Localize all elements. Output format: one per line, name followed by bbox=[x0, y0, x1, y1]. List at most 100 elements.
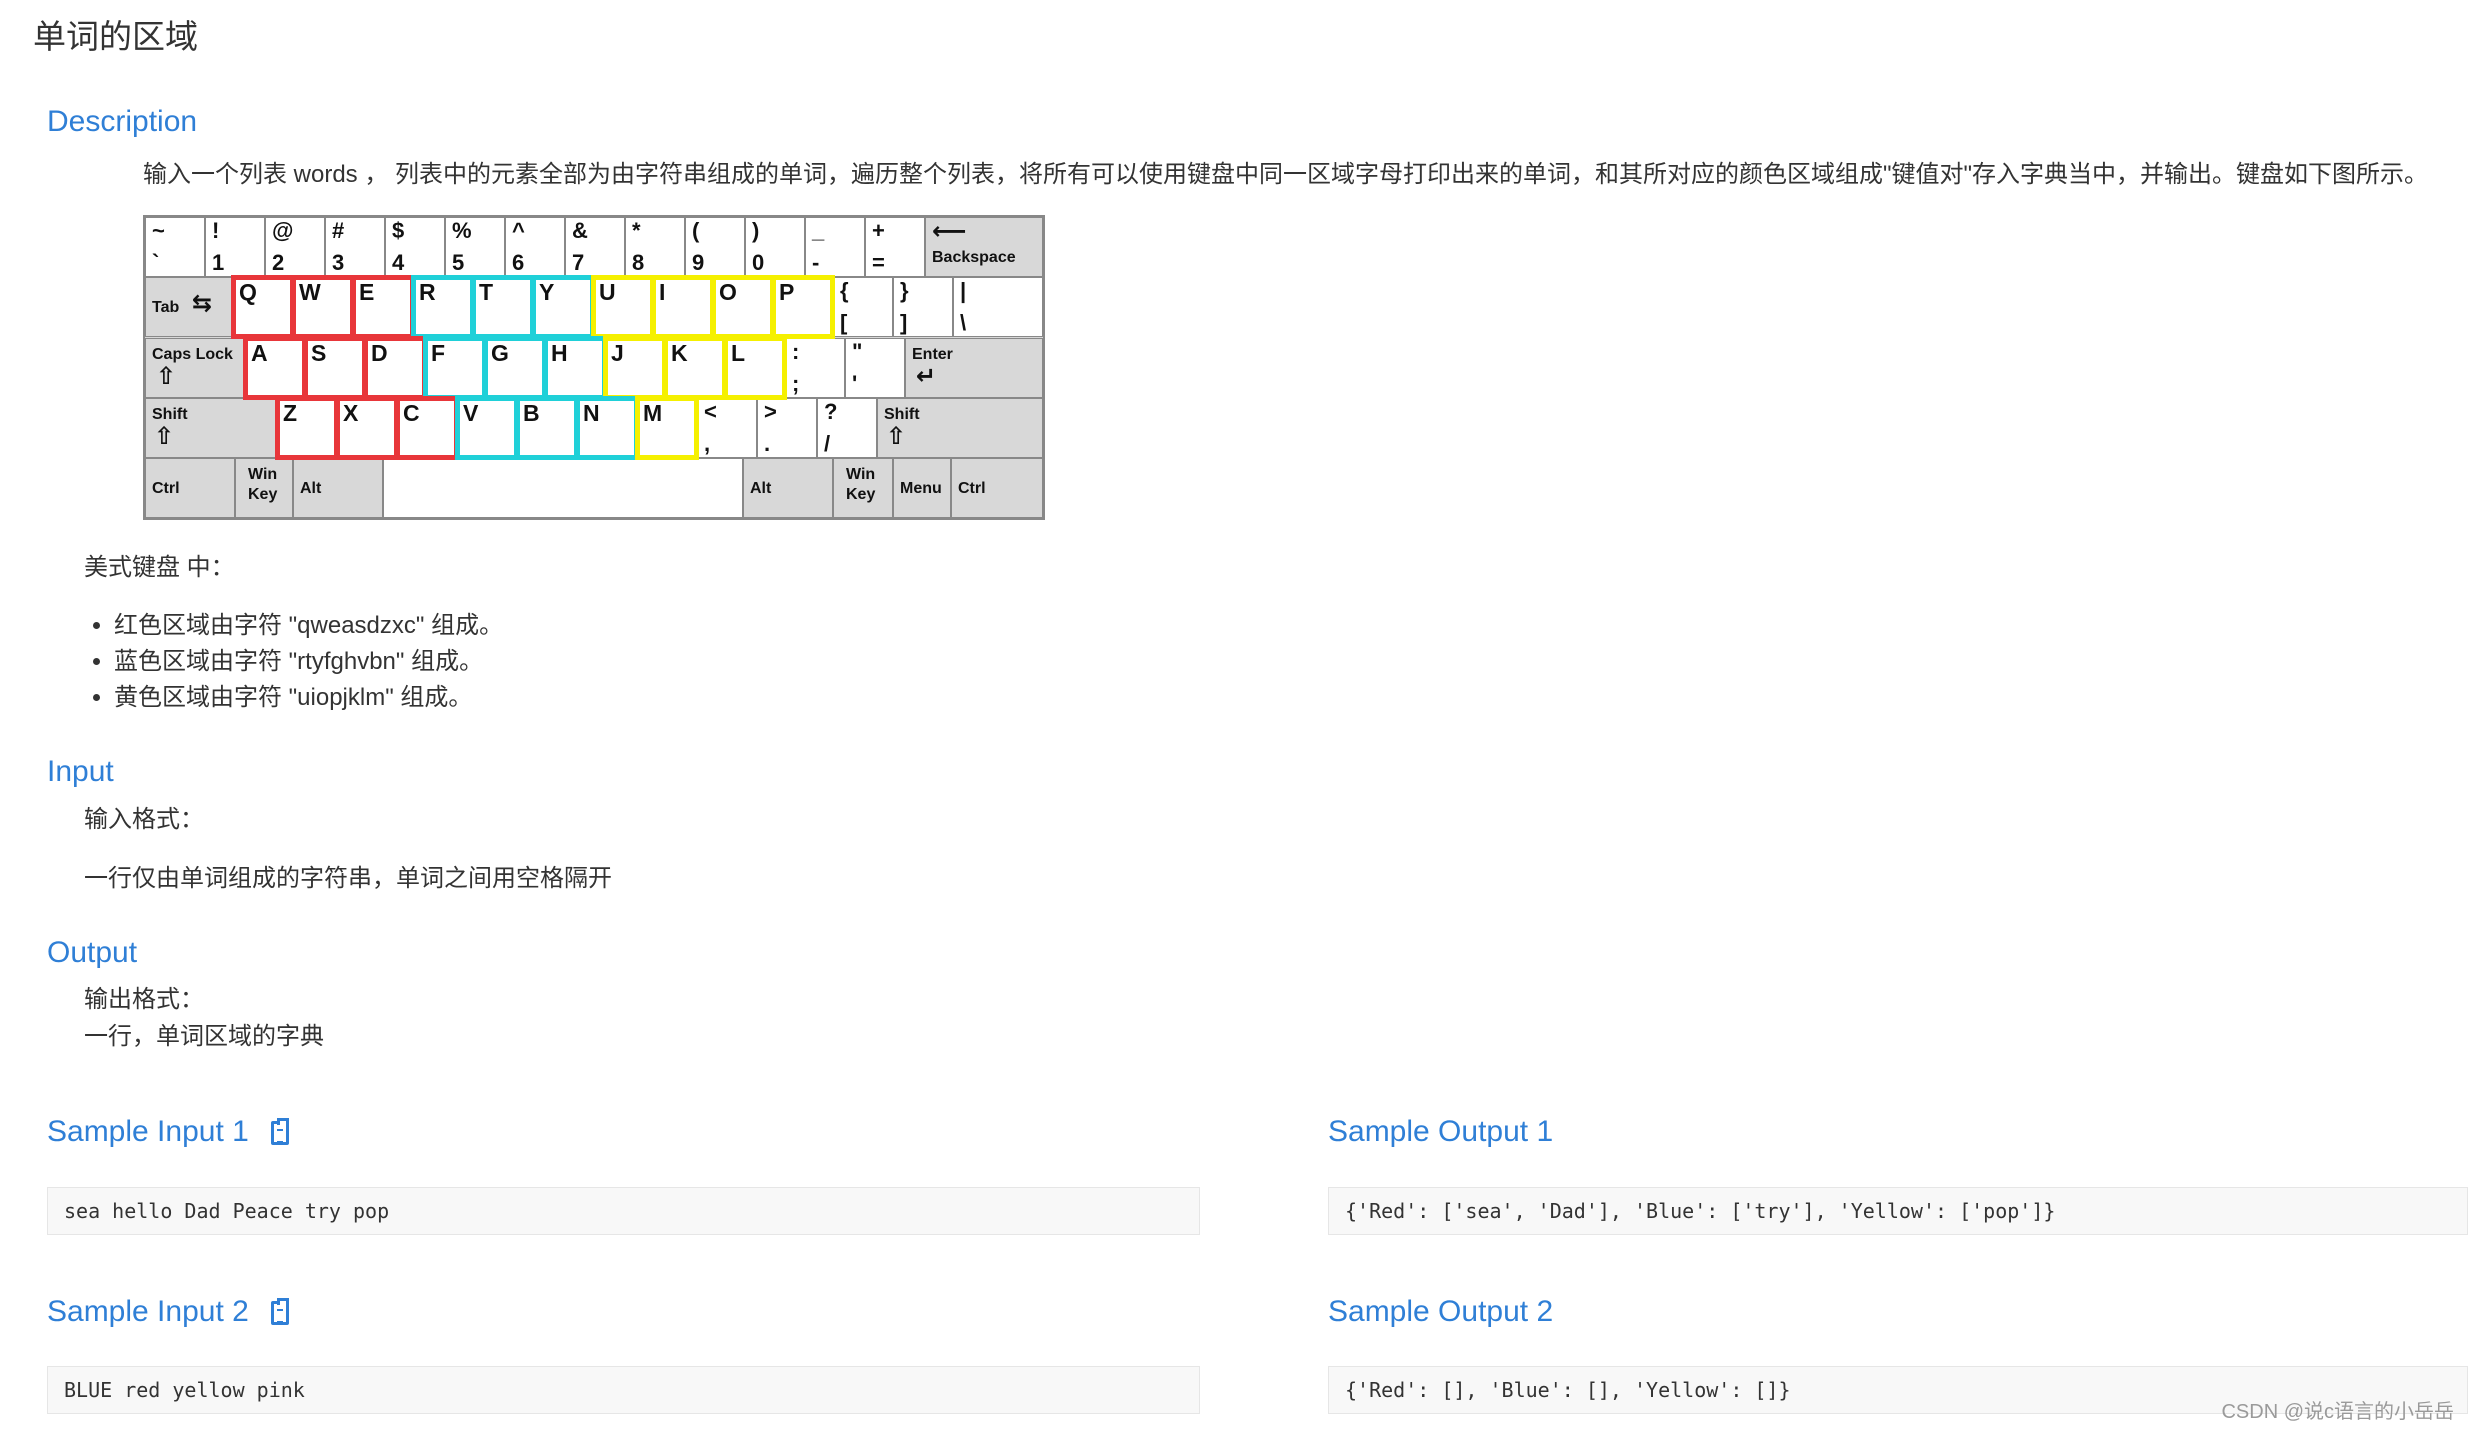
key-y: Y bbox=[533, 277, 593, 337]
key-lower-label: / bbox=[824, 431, 831, 456]
key-`: ~ ` bbox=[145, 217, 205, 277]
region-rules-list: 红色区域由字符 "qweasdzxc" 组成。 蓝色区域由字符 "rtyfghv… bbox=[84, 608, 503, 716]
input-format-label: 输入格式： bbox=[84, 806, 204, 833]
key-p: P bbox=[773, 277, 833, 337]
key-menu: Menu bbox=[893, 458, 951, 518]
watermark: CSDN @说c语言的小岳岳 bbox=[2221, 1401, 2454, 1423]
page-title: 单词的区域 bbox=[33, 18, 198, 55]
key-lower-label: 0 bbox=[752, 250, 765, 275]
key-u: U bbox=[593, 277, 653, 337]
key-4: $4 bbox=[385, 217, 445, 277]
key-left-ctrl: Ctrl bbox=[145, 458, 235, 518]
key-upper-label: # bbox=[332, 218, 345, 243]
key-label: Ctrl bbox=[152, 480, 180, 497]
key-lower-label: ` bbox=[152, 250, 160, 275]
sample-output-2-heading: Sample Output 2 bbox=[1328, 1295, 1554, 1328]
key-letter: U bbox=[599, 279, 616, 305]
key-label: Key bbox=[846, 486, 876, 503]
key-letter: B bbox=[523, 400, 540, 426]
sample-input-2-heading: Sample Input 2 bbox=[47, 1295, 249, 1328]
key-lower-label: [ bbox=[840, 310, 848, 335]
key-letter: M bbox=[643, 400, 663, 426]
key-lower-label: 9 bbox=[692, 250, 705, 275]
key-letter: L bbox=[731, 340, 746, 366]
key-label: Backspace bbox=[932, 249, 1016, 266]
description-heading: Description bbox=[47, 105, 198, 138]
key-letter: O bbox=[719, 279, 737, 305]
key-upper-label: ( bbox=[692, 218, 700, 243]
key-g: G bbox=[485, 338, 545, 398]
backspace-arrow-icon: ⟵ bbox=[932, 218, 967, 245]
key-bracket-1: }] bbox=[893, 277, 953, 337]
key-5: % 5 bbox=[445, 217, 505, 277]
key-right-shift: Shift ⇧ bbox=[877, 398, 1043, 458]
key-h: H bbox=[545, 338, 605, 398]
key-upper-label: { bbox=[840, 278, 849, 303]
key-o: O bbox=[713, 277, 773, 337]
key-lower-label: ; bbox=[792, 371, 800, 396]
key-upper-label: | bbox=[960, 278, 967, 303]
key-upper-label: ^ bbox=[512, 218, 525, 243]
key-label: Win bbox=[846, 466, 876, 483]
key-lower-label: 5 bbox=[452, 250, 465, 275]
key-letter: I bbox=[659, 279, 666, 305]
key-8: * 8 bbox=[625, 217, 685, 277]
key-lower-label: 6 bbox=[512, 250, 525, 275]
key-letter: A bbox=[251, 340, 268, 366]
key-d: D bbox=[365, 338, 425, 398]
key-label: Menu bbox=[900, 480, 942, 497]
key-0: ) 0 bbox=[745, 217, 805, 277]
key-right-alt: Alt bbox=[743, 458, 833, 518]
key-letter: S bbox=[311, 340, 327, 366]
key-upper-label: _ bbox=[812, 218, 825, 243]
key-letter: Y bbox=[539, 279, 555, 305]
sample-input-1-heading: Sample Input 1 bbox=[47, 1115, 249, 1148]
output-heading: Output bbox=[47, 936, 138, 969]
key-letter: W bbox=[299, 279, 321, 305]
key-letter: X bbox=[343, 400, 359, 426]
key-x: X bbox=[337, 398, 397, 458]
key-label: Shift bbox=[152, 406, 188, 423]
description-text: 输入一个列表 words ， 列表中的元素全部为由字符串组成的单词，遍历整个列表… bbox=[143, 161, 2429, 188]
key-f: F bbox=[425, 338, 485, 398]
copy-icon[interactable] bbox=[271, 1118, 289, 1145]
key-lower-label: ] bbox=[900, 310, 908, 335]
key-c: C bbox=[397, 398, 457, 458]
key-caps-lock: Caps Lock ⇧ bbox=[145, 338, 245, 398]
input-format-text: 一行仅由单词组成的字符串，单词之间用空格隔开 bbox=[84, 865, 612, 892]
key-b: B bbox=[517, 398, 577, 458]
key-lower-label: 1 bbox=[212, 250, 225, 275]
key-letter: F bbox=[431, 340, 446, 366]
sample-output-1-heading: Sample Output 1 bbox=[1328, 1115, 1554, 1148]
key-upper-label: ? bbox=[824, 399, 838, 424]
tab-arrows-icon: ⇆ bbox=[192, 290, 213, 317]
key--: _ - bbox=[805, 217, 865, 277]
key-i: I bbox=[653, 277, 713, 337]
key-l: L bbox=[725, 338, 785, 398]
key-e: E bbox=[353, 277, 413, 337]
key-=: + = bbox=[865, 217, 925, 277]
key-letter: K bbox=[671, 340, 688, 366]
key-right-ctrl: Ctrl bbox=[951, 458, 1043, 518]
key-enter: Enter ↵ bbox=[905, 338, 1043, 398]
key-bracket-2: | \ bbox=[953, 277, 1043, 337]
key-lower-label: 3 bbox=[332, 250, 345, 275]
key-lower-label: = bbox=[872, 250, 885, 275]
shift-arrow-icon: ⇧ bbox=[154, 423, 175, 450]
copy-icon[interactable] bbox=[271, 1298, 289, 1325]
key-bracket-0: {[ bbox=[833, 277, 893, 337]
key-label: Win bbox=[248, 466, 278, 483]
key-1: ! 1 bbox=[205, 217, 265, 277]
key-s: S bbox=[305, 338, 365, 398]
key-lower-label: - bbox=[812, 250, 820, 275]
key-label: Shift bbox=[884, 406, 920, 423]
key-right-win: Win Key bbox=[833, 458, 893, 518]
key-label: Tab bbox=[152, 299, 180, 316]
output-format-text: 一行，单词区域的字典 bbox=[84, 1023, 324, 1050]
key-q: Q bbox=[233, 277, 293, 337]
key-letter: Q bbox=[239, 279, 257, 305]
key-m: M bbox=[637, 398, 697, 458]
rule-blue: 蓝色区域由字符 "rtyfghvbn" 组成。 bbox=[114, 644, 503, 680]
rule-yellow: 黄色区域由字符 "uiopjklm" 组成。 bbox=[114, 680, 503, 716]
key-letter: T bbox=[479, 279, 494, 305]
